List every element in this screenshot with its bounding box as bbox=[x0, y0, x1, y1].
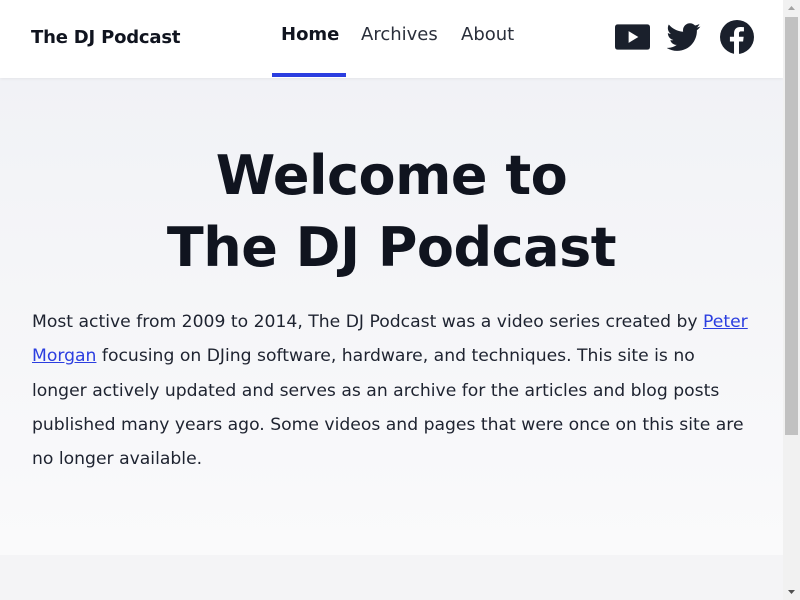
scroll-down-arrow-icon bbox=[788, 590, 795, 594]
vertical-scrollbar[interactable] bbox=[783, 0, 800, 600]
scroll-up-button[interactable] bbox=[783, 0, 800, 17]
active-nav-indicator bbox=[272, 73, 346, 77]
site-brand-link[interactable]: The DJ Podcast bbox=[31, 27, 180, 48]
hero-title-line-1: Welcome to bbox=[215, 144, 568, 207]
nav-archives-link[interactable]: Archives bbox=[361, 24, 438, 45]
scroll-up-arrow-icon bbox=[788, 6, 795, 10]
scrollbar-thumb[interactable] bbox=[785, 17, 798, 435]
twitter-link[interactable] bbox=[667, 20, 701, 54]
hero-section: Welcome to The DJ Podcast Most active fr… bbox=[0, 78, 783, 555]
hero-description: Most active from 2009 to 2014, The DJ Po… bbox=[32, 305, 752, 476]
hero-text-intro: Most active from 2009 to 2014, The DJ Po… bbox=[32, 312, 704, 332]
hero-text-rest: focusing on DJing software, hardware, an… bbox=[32, 346, 744, 470]
youtube-link[interactable] bbox=[615, 20, 650, 54]
site-header: The DJ Podcast Home Archives About bbox=[0, 0, 783, 78]
nav-about-link[interactable]: About bbox=[461, 24, 514, 45]
hero-title: Welcome to The DJ Podcast bbox=[0, 140, 783, 284]
youtube-icon bbox=[615, 24, 650, 50]
scroll-down-button[interactable] bbox=[783, 583, 800, 600]
nav-home-link[interactable]: Home bbox=[281, 24, 339, 45]
facebook-link[interactable] bbox=[720, 20, 754, 54]
facebook-icon bbox=[720, 20, 754, 54]
page-viewport: The DJ Podcast Home Archives About Welco… bbox=[0, 0, 783, 600]
hero-title-line-2: The DJ Podcast bbox=[166, 216, 617, 279]
twitter-icon bbox=[667, 23, 701, 51]
next-section bbox=[0, 555, 783, 600]
